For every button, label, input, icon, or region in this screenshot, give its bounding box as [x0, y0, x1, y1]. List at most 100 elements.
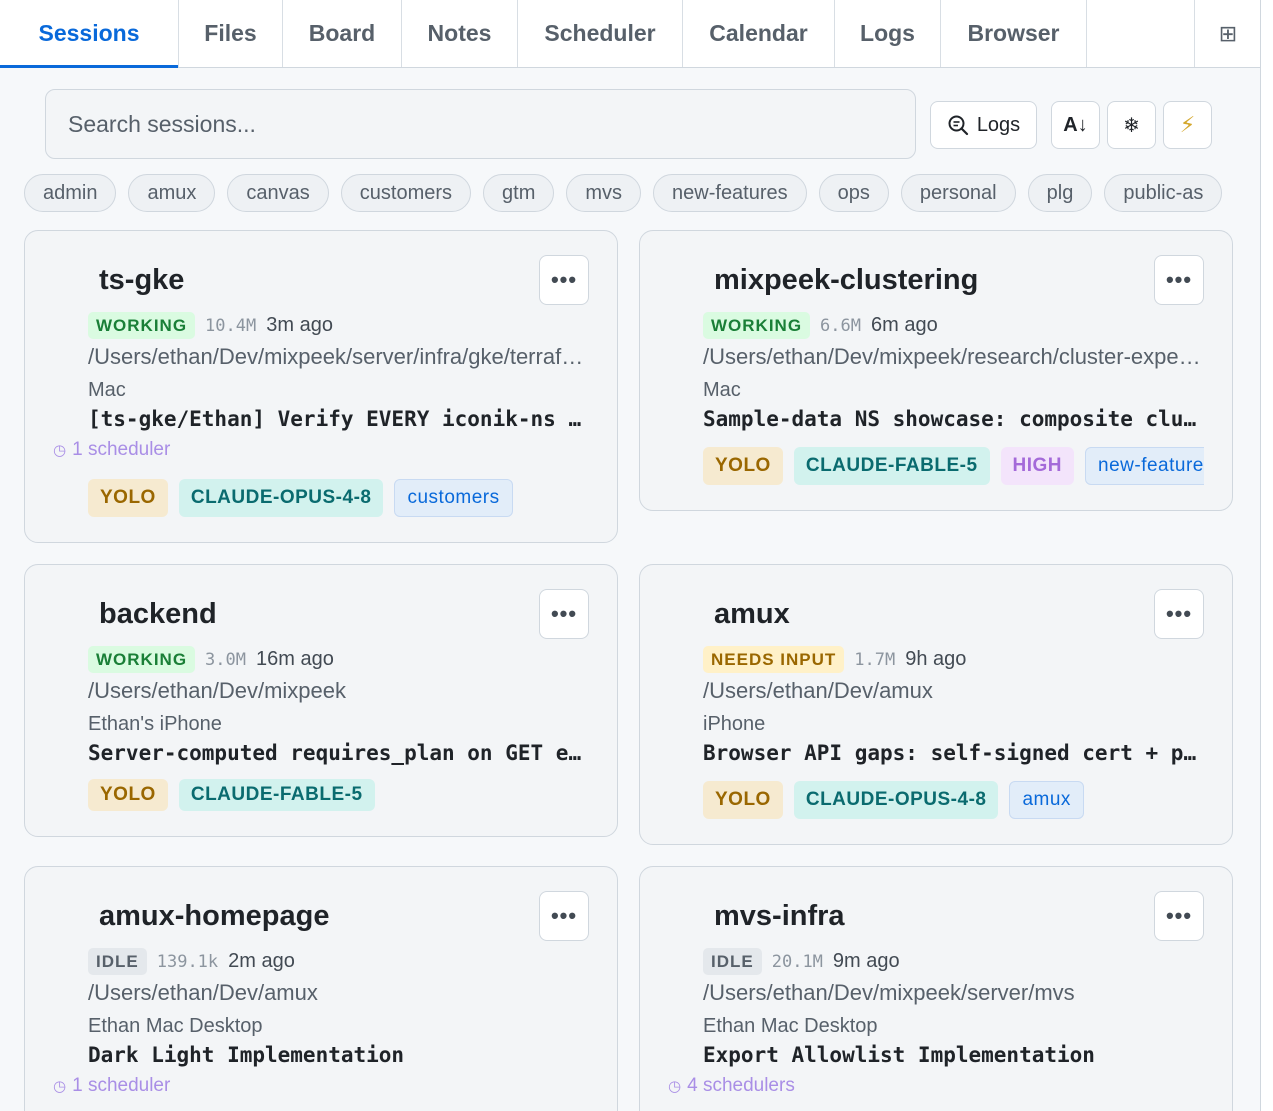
logs-button[interactable]: Logs	[930, 101, 1037, 149]
session-path: /Users/ethan/Dev/mixpeek/server/infra/gk…	[88, 344, 588, 369]
tag-filter-chip[interactable]: new-features	[653, 174, 807, 212]
tag-filter-chip[interactable]: personal	[900, 174, 1016, 212]
session-path: /Users/ethan/Dev/amux	[88, 980, 318, 1005]
session-path: /Users/ethan/Dev/mixpeek/research/cluste…	[703, 344, 1203, 369]
last-active: 2m ago	[228, 950, 295, 972]
session-title: mixpeek-clustering	[714, 264, 979, 296]
tab-browser[interactable]: Browser	[941, 0, 1087, 67]
session-task: Dark Light Implementation	[88, 1043, 405, 1067]
session-meta: NEEDS INPUT 1.7M 9h ago	[703, 646, 966, 673]
session-meta: WORKING 6.6M 6m ago	[703, 312, 938, 339]
session-card[interactable]: ts-gke ••• WORKING 10.4M 3m ago /Users/e…	[24, 230, 618, 543]
session-meta: WORKING 3.0M 16m ago	[88, 646, 334, 673]
session-title: amux-homepage	[99, 900, 330, 932]
tab-calendar[interactable]: Calendar	[683, 0, 835, 67]
model-badge: CLAUDE-OPUS-4-8	[178, 479, 384, 517]
scheduler-indicator[interactable]: ◷ 1 scheduler	[53, 1075, 170, 1097]
mode-badge: YOLO	[88, 779, 168, 811]
token-count: 20.1M	[771, 951, 823, 972]
tag-filter-chip[interactable]: amux	[128, 174, 216, 212]
more-options-button[interactable]: •••	[1154, 891, 1204, 941]
session-card[interactable]: mvs-infra ••• IDLE 20.1M 9m ago /Users/e…	[639, 866, 1233, 1111]
token-count: 3.0M	[205, 649, 246, 670]
more-options-button[interactable]: •••	[539, 589, 589, 639]
tab-logs[interactable]: Logs	[835, 0, 941, 67]
search-doc-icon	[948, 115, 968, 136]
tag-filter-chip[interactable]: mvs	[566, 174, 642, 212]
more-options-button[interactable]: •••	[1154, 255, 1204, 305]
session-device: Ethan Mac Desktop	[703, 1015, 878, 1037]
status-badge: WORKING	[88, 646, 196, 673]
session-task: Browser API gaps: self-signed cert + pro…	[703, 741, 1203, 765]
session-task: Server-computed requires_plan on GET end…	[88, 741, 588, 765]
tag-badge[interactable]: amux	[1009, 781, 1084, 819]
scheduler-count: 4 schedulers	[687, 1075, 795, 1096]
session-task: [ts-gke/Ethan] Verify EVERY iconik-ns de…	[88, 407, 588, 431]
token-count: 139.1k	[156, 951, 219, 972]
mode-badge: YOLO	[703, 447, 783, 485]
tag-filter-chip[interactable]: ops	[818, 174, 889, 212]
tag-filter-chip[interactable]: canvas	[227, 174, 329, 212]
status-badge: WORKING	[703, 312, 811, 339]
token-count: 1.7M	[854, 649, 896, 670]
status-badge: IDLE	[88, 948, 147, 975]
session-path: /Users/ethan/Dev/amux	[703, 678, 933, 703]
last-active: 16m ago	[256, 648, 334, 670]
grid-icon[interactable]: ⊞	[1195, 0, 1260, 67]
more-options-button[interactable]: •••	[1154, 589, 1204, 639]
session-title: mvs-infra	[714, 900, 845, 932]
status-badge: WORKING	[88, 312, 196, 339]
token-count: 6.6M	[820, 315, 861, 336]
session-title: amux	[714, 598, 790, 630]
session-task: Sample-data NS showcase: composite clust…	[703, 407, 1203, 431]
tab-scheduler[interactable]: Scheduler	[518, 0, 683, 67]
search-input[interactable]	[45, 89, 916, 159]
session-card[interactable]: backend ••• WORKING 3.0M 16m ago /Users/…	[24, 564, 618, 837]
more-options-button[interactable]: •••	[539, 891, 589, 941]
model-badge: CLAUDE-OPUS-4-8	[793, 781, 999, 819]
sort-button[interactable]: A↓	[1051, 101, 1100, 149]
tag-filter-chip[interactable]: customers	[340, 174, 472, 212]
model-badge: CLAUDE-FABLE-5	[178, 779, 375, 811]
tag-badge[interactable]: new-features	[1085, 447, 1204, 485]
scheduler-indicator[interactable]: ◷ 1 scheduler	[53, 439, 170, 461]
snowflake-icon[interactable]: ❄	[1107, 101, 1156, 149]
scheduler-count: 1 scheduler	[72, 1075, 171, 1096]
logs-button-label: Logs	[976, 113, 1021, 136]
tab-sessions[interactable]: Sessions	[0, 0, 179, 68]
tag-filter-chip[interactable]: plg	[1027, 174, 1093, 212]
token-count: 10.4M	[205, 315, 257, 336]
clock-icon: ◷	[53, 442, 67, 459]
clock-icon: ◷	[668, 1078, 682, 1095]
session-device: Ethan Mac Desktop	[88, 1015, 263, 1037]
last-active: 9h ago	[905, 648, 967, 670]
session-meta: WORKING 10.4M 3m ago	[88, 312, 333, 339]
effort-badge: HIGH	[1000, 447, 1075, 485]
scheduler-count: 1 scheduler	[72, 439, 171, 460]
last-active: 3m ago	[266, 314, 333, 336]
session-path: /Users/ethan/Dev/mixpeek	[88, 678, 346, 703]
clock-icon: ◷	[53, 1078, 67, 1095]
more-options-button[interactable]: •••	[539, 255, 589, 305]
session-card[interactable]: mixpeek-clustering ••• WORKING 6.6M 6m a…	[639, 230, 1233, 511]
session-title: backend	[99, 598, 217, 630]
tab-files[interactable]: Files	[179, 0, 283, 67]
tag-filter-chip[interactable]: gtm	[483, 174, 555, 212]
tab-bar: Sessions Files Board Notes Scheduler Cal…	[0, 0, 1260, 68]
last-active: 6m ago	[871, 314, 938, 336]
tab-board[interactable]: Board	[283, 0, 402, 67]
session-card[interactable]: amux ••• NEEDS INPUT 1.7M 9h ago /Users/…	[639, 564, 1233, 845]
lightning-icon[interactable]: ⚡	[1163, 101, 1212, 149]
session-meta: IDLE 20.1M 9m ago	[703, 948, 900, 975]
tab-notes[interactable]: Notes	[402, 0, 518, 67]
session-badges: YOLO CLAUDE-OPUS-4-8 amux	[703, 781, 1084, 819]
tag-badge[interactable]: customers	[394, 479, 513, 517]
scheduler-indicator[interactable]: ◷ 4 schedulers	[668, 1075, 795, 1097]
mode-badge: YOLO	[703, 781, 783, 819]
tag-filter-chip[interactable]: public-as	[1104, 174, 1223, 212]
session-path: /Users/ethan/Dev/mixpeek/server/mvs	[703, 980, 1075, 1005]
session-card[interactable]: amux-homepage ••• IDLE 139.1k 2m ago /Us…	[24, 866, 618, 1111]
tag-filter-chip[interactable]: admin	[24, 174, 117, 212]
session-device: Mac	[88, 379, 126, 401]
status-badge: NEEDS INPUT	[703, 646, 845, 673]
